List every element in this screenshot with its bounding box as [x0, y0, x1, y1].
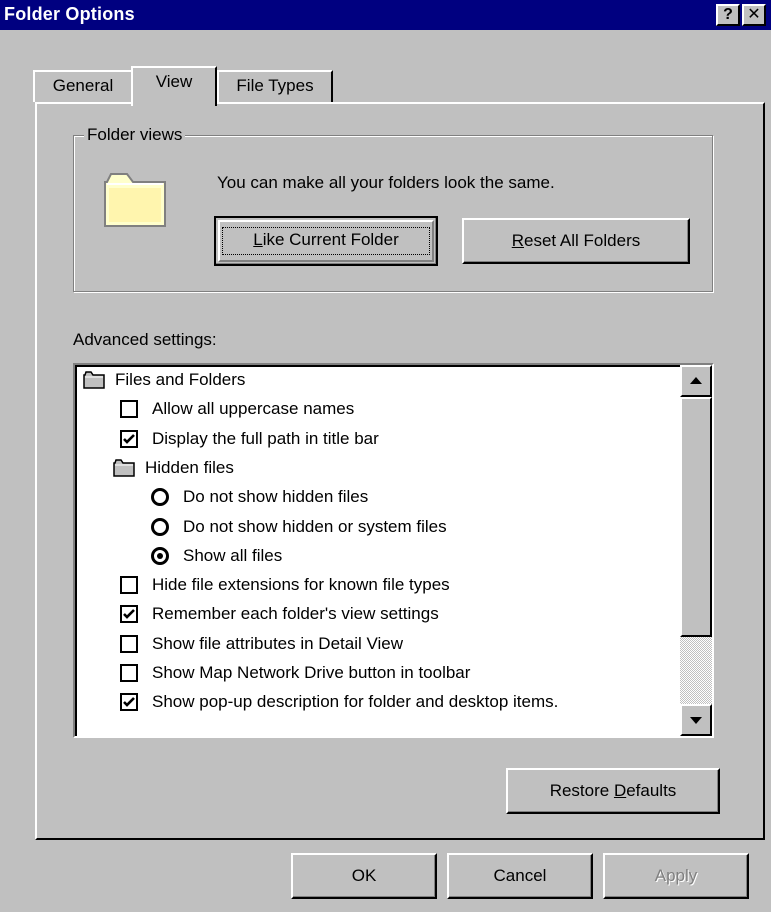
tree-folder-item[interactable]: Hidden files	[75, 455, 675, 481]
checkbox-icon[interactable]	[120, 664, 138, 682]
setting-label: Show file attributes in Detail View	[152, 633, 404, 653]
tab-file-types[interactable]: File Types	[217, 70, 333, 102]
like-current-folder-label: Like Current Folder	[253, 230, 399, 249]
setting-checkbox-item[interactable]: Remember each folder's view settings	[75, 601, 675, 627]
setting-label: Display the full path in title bar	[152, 428, 379, 448]
restore-defaults-button[interactable]: Restore Defaults	[506, 768, 720, 814]
setting-label: Hide file extensions for known file type…	[152, 575, 450, 595]
folder-icon	[113, 459, 135, 485]
cancel-label: Cancel	[493, 866, 547, 885]
setting-label: Files and Folders	[115, 370, 246, 389]
setting-checkbox-item[interactable]: Allow all uppercase names	[75, 396, 675, 422]
checkbox-checked-icon[interactable]	[120, 693, 138, 712]
setting-label: Show pop-up description for folder and d…	[152, 692, 559, 712]
vertical-scrollbar[interactable]	[680, 365, 712, 736]
cancel-button[interactable]: Cancel	[447, 853, 593, 899]
setting-label: Show all files	[183, 545, 283, 565]
setting-label: Do not show hidden or system files	[183, 516, 447, 536]
folder-views-group	[73, 135, 713, 292]
advanced-settings-label: Advanced settings:	[73, 330, 217, 349]
tab-general-label: General	[52, 76, 114, 95]
apply-label: Apply	[654, 866, 698, 885]
tree-folder-item[interactable]: Files and Folders	[75, 367, 675, 393]
scroll-thumb[interactable]	[680, 397, 712, 637]
checkbox-checked-icon[interactable]	[120, 605, 138, 624]
setting-radio-item[interactable]: Do not show hidden or system files	[75, 514, 675, 540]
folder-views-description: You can make all your folders look the s…	[217, 173, 555, 192]
setting-label: Remember each folder's view settings	[152, 604, 439, 624]
folder-options-dialog: Folder Options ? ✕ General File Types Vi…	[0, 0, 771, 912]
ok-label: OK	[351, 866, 377, 885]
scroll-down-button[interactable]	[680, 704, 712, 736]
radio-icon[interactable]	[151, 517, 169, 536]
folder-icon	[83, 371, 105, 397]
close-icon: ✕	[747, 6, 761, 23]
checkbox-icon[interactable]	[120, 400, 138, 419]
help-button[interactable]: ?	[716, 4, 740, 26]
setting-checkbox-item[interactable]: Hide file extensions for known file type…	[75, 572, 675, 598]
setting-radio-item[interactable]: Do not show hidden files	[75, 484, 675, 510]
arrow-up-icon	[690, 377, 702, 384]
tab-file-types-label: File Types	[236, 76, 314, 95]
tab-general[interactable]: General	[33, 70, 133, 102]
setting-label: Do not show hidden files	[183, 487, 369, 507]
apply-button[interactable]: Apply	[603, 853, 749, 899]
tab-view-label: View	[155, 72, 193, 91]
setting-radio-item[interactable]: Show all files	[75, 543, 675, 569]
arrow-down-icon	[690, 717, 702, 724]
folder-views-label: Folder views	[84, 124, 186, 146]
like-current-folder-button[interactable]: Like Current Folder	[214, 216, 438, 266]
title-bar[interactable]: Folder Options ? ✕	[0, 0, 771, 30]
setting-checkbox-item[interactable]: Display the full path in title bar	[75, 426, 675, 452]
folder-icon	[104, 173, 166, 227]
setting-label: Show Map Network Drive button in toolbar	[152, 663, 471, 682]
help-icon: ?	[723, 6, 733, 23]
radio-icon[interactable]	[151, 488, 169, 507]
restore-defaults-label: Restore Defaults	[549, 781, 677, 800]
reset-all-folders-button[interactable]: Reset All Folders	[462, 218, 690, 264]
setting-label: Allow all uppercase names	[152, 399, 355, 419]
scroll-up-button[interactable]	[680, 365, 712, 397]
setting-checkbox-item[interactable]: Show file attributes in Detail View	[75, 631, 675, 657]
checkbox-icon[interactable]	[120, 634, 138, 653]
ok-button[interactable]: OK	[291, 853, 437, 899]
setting-checkbox-item[interactable]: Show pop-up description for folder and d…	[75, 689, 675, 715]
checkbox-icon[interactable]	[120, 576, 138, 595]
close-button[interactable]: ✕	[742, 4, 766, 26]
advanced-settings-list[interactable]: Files and Folders Allow all uppercase nam…	[73, 363, 714, 738]
checkbox-checked-icon[interactable]	[120, 429, 138, 448]
reset-all-folders-label: Reset All Folders	[511, 231, 641, 250]
radio-selected-icon[interactable]	[151, 546, 169, 565]
tab-view[interactable]: View	[131, 66, 217, 106]
setting-label: Hidden files	[145, 457, 234, 477]
setting-checkbox-item[interactable]: Show Map Network Drive button in toolbar	[75, 660, 675, 686]
window-title: Folder Options	[4, 4, 135, 24]
